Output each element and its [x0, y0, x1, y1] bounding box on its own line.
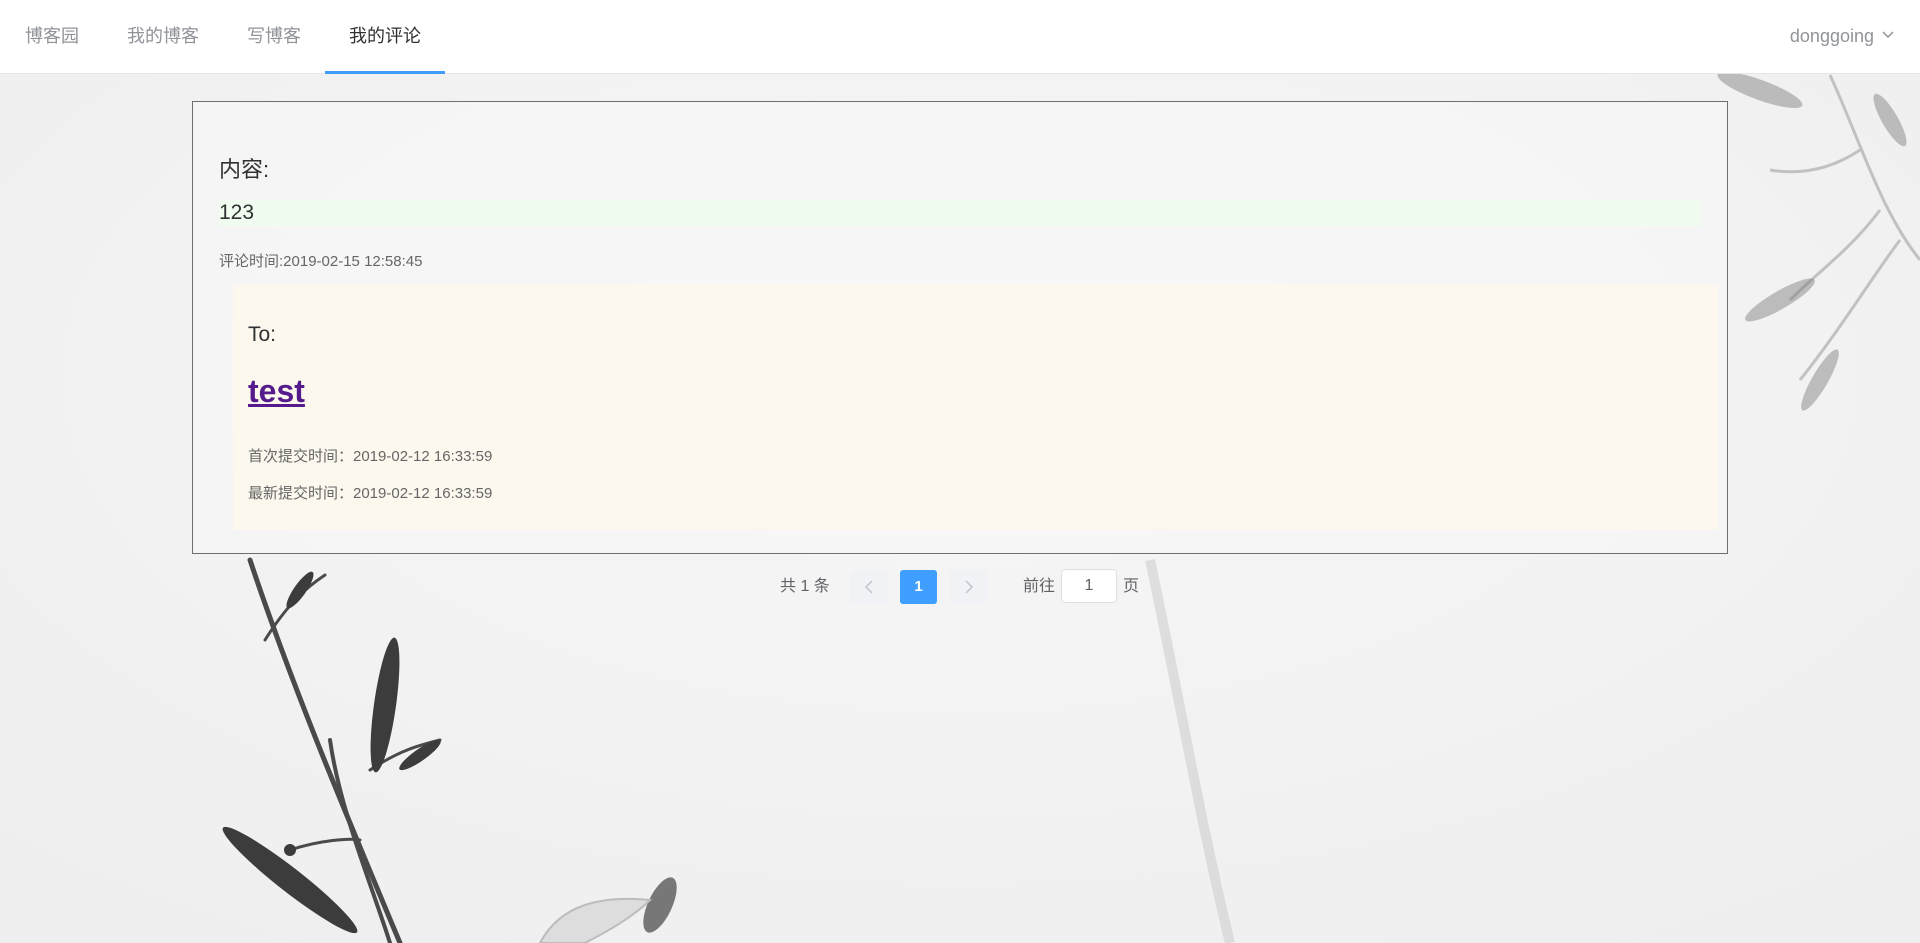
first-submit-time: 首次提交时间：2019-02-12 16:33:59	[248, 448, 493, 465]
goto-label: 前往	[1023, 578, 1056, 595]
comment-time: 评论时间:2019-02-15 12:58:45	[219, 253, 423, 270]
comment-card: 内容: 123 评论时间:2019-02-15 12:58:45 To: tes…	[192, 101, 1728, 554]
chevron-left-icon	[864, 580, 873, 594]
content-label: 内容:	[219, 157, 270, 182]
nav-item-bokeyuan[interactable]: 博客园	[25, 0, 79, 74]
comment-content: 123	[219, 200, 1701, 226]
blog-title-link[interactable]: test	[248, 373, 305, 410]
username: donggoing	[1789, 26, 1874, 46]
page-unit-label: 页	[1123, 578, 1140, 595]
chevron-down-icon	[1882, 0, 1894, 71]
latest-submit-time: 最新提交时间：2019-02-12 16:33:59	[248, 485, 493, 502]
to-label: To:	[248, 323, 277, 346]
page-number-current[interactable]: 1	[900, 570, 937, 604]
user-menu[interactable]: donggoing	[1790, 0, 1894, 74]
next-page-button[interactable]	[950, 570, 987, 604]
pagination-total: 共 1 条	[780, 578, 830, 595]
nav-item-my-blog[interactable]: 我的博客	[127, 0, 199, 74]
pagination: 共 1 条 1 前往 页	[0, 569, 1920, 605]
nav-item-write-blog[interactable]: 写博客	[247, 0, 301, 74]
comment-target: To: test 首次提交时间：2019-02-12 16:33:59 最新提交…	[233, 285, 1718, 530]
goto-page-input[interactable]	[1061, 569, 1117, 603]
top-navbar: 博客园 我的博客 写博客 我的评论 donggoing	[0, 0, 1920, 74]
prev-page-button[interactable]	[850, 570, 887, 604]
chevron-right-icon	[964, 580, 973, 594]
nav-item-my-comments[interactable]: 我的评论	[325, 0, 445, 74]
